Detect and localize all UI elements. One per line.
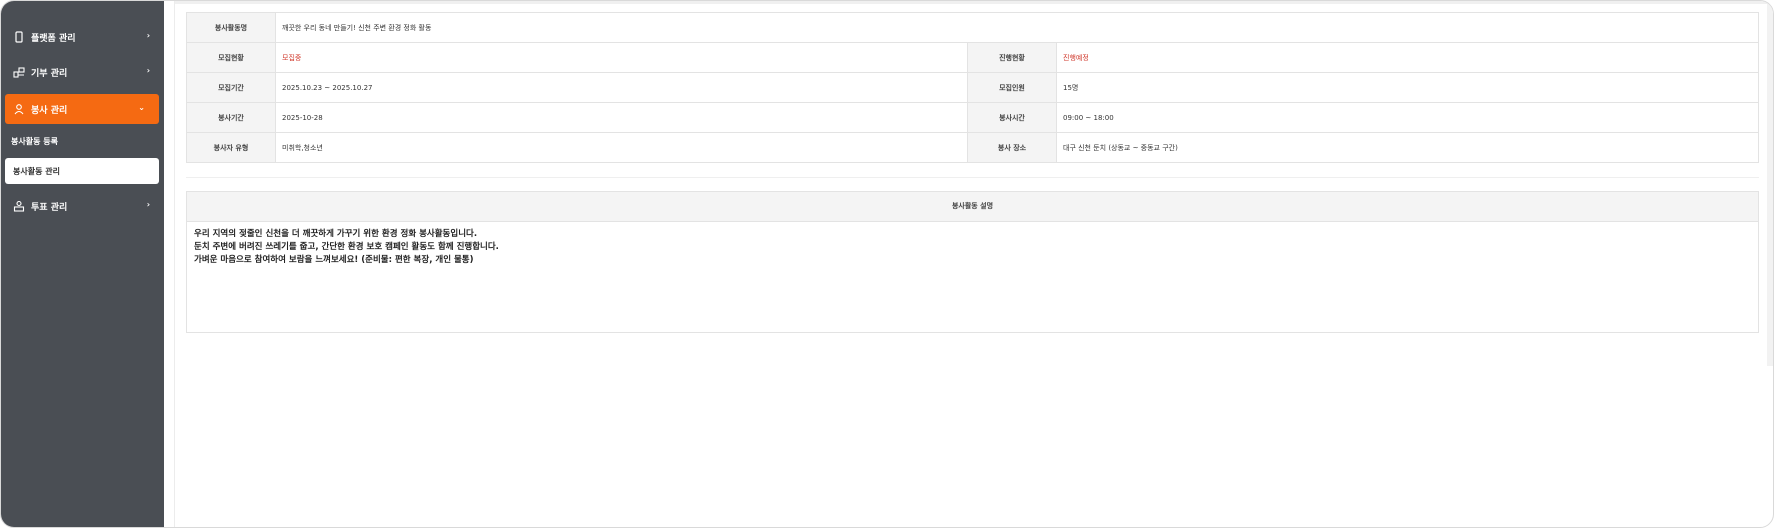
scrollbar[interactable]: [1767, 1, 1773, 366]
section-divider: [186, 177, 1759, 178]
sidebar-item-platform[interactable]: 플랫폼 관리 ›: [1, 22, 164, 52]
chevron-right-icon: ›: [146, 66, 150, 75]
volunteer-icon: [13, 103, 25, 115]
sidebar-item-label: 투표 관리: [31, 202, 68, 213]
sidebar-subitem-manage[interactable]: 봉사활동 관리: [5, 158, 159, 184]
field-label: 봉사자 유형: [186, 132, 276, 163]
field-value: 15명: [1056, 72, 1759, 103]
app-window: 플랫폼 관리 › 기부 관리 › 봉사 관리 ⌄ 봉사활동 등록 봉사활동 관리: [0, 0, 1774, 528]
chevron-right-icon: ›: [146, 31, 150, 40]
sidebar-item-donation[interactable]: 기부 관리 ›: [1, 57, 164, 87]
phone-icon: [13, 31, 25, 43]
field-label: 봉사시간: [967, 102, 1057, 133]
field-label: 모집기간: [186, 72, 276, 103]
status-value: 진행예정: [1056, 42, 1759, 73]
sidebar-item-label: 플랫폼 관리: [31, 33, 76, 44]
sidebar-item-volunteer[interactable]: 봉사 관리 ⌄: [5, 94, 159, 124]
volunteer-detail-table: 봉사활동명 깨끗한 우리 동네 만들기! 신천 주변 환경 정화 활동 모집현황…: [186, 12, 1759, 163]
description-header: 봉사활동 설명: [187, 192, 1758, 222]
field-label: 봉사활동명: [186, 12, 276, 43]
table-row: 봉사자 유형 미취학,청소년 봉사 장소 대구 신천 둔치 (상동교 ~ 중동교…: [186, 132, 1759, 163]
field-value: 깨끗한 우리 동네 만들기! 신천 주변 환경 정화 활동: [275, 12, 1759, 43]
sidebar-subitem-label: 봉사활동 관리: [13, 166, 60, 176]
table-row: 모집현황 모집중 진행현황 진행예정: [186, 42, 1759, 73]
field-value: 2025-10-28: [275, 102, 968, 133]
vote-icon: [13, 200, 25, 212]
field-value: 2025.10.23 ~ 2025.10.27: [275, 72, 968, 103]
field-label: 모집현황: [186, 42, 276, 73]
field-label: 봉사 장소: [967, 132, 1057, 163]
top-divider: [175, 1, 1773, 4]
donation-icon: [13, 66, 25, 78]
sidebar-subitem-register[interactable]: 봉사활동 등록: [11, 136, 58, 147]
status-value: 모집중: [275, 42, 968, 73]
description-body: 우리 지역의 젖줄인 신천을 더 깨끗하게 가꾸기 위한 환경 정화 봉사활동입…: [187, 222, 1758, 273]
sidebar-item-label: 봉사 관리: [31, 105, 68, 116]
sidebar-item-vote[interactable]: 투표 관리 ›: [1, 191, 164, 221]
sidebar-item-label: 기부 관리: [31, 68, 68, 79]
field-label: 봉사기간: [186, 102, 276, 133]
table-row: 봉사기간 2025-10-28 봉사시간 09:00 ~ 18:00: [186, 102, 1759, 133]
description-line: 둔치 주변에 버려진 쓰레기를 줍고, 간단한 환경 보호 캠페인 활동도 함께…: [194, 242, 499, 252]
field-label: 모집인원: [967, 72, 1057, 103]
description-line: 가벼운 마음으로 참여하여 보람을 느껴보세요! (준비물: 편한 복장, 개인…: [194, 255, 474, 265]
sidebar: 플랫폼 관리 › 기부 관리 › 봉사 관리 ⌄ 봉사활동 등록 봉사활동 관리: [1, 1, 164, 527]
field-value: 미취학,청소년: [275, 132, 968, 163]
field-value: 09:00 ~ 18:00: [1056, 102, 1759, 133]
description-panel: 봉사활동 설명 우리 지역의 젖줄인 신천을 더 깨끗하게 가꾸기 위한 환경 …: [186, 191, 1759, 333]
chevron-down-icon: ⌄: [138, 103, 145, 112]
field-value: 대구 신천 둔치 (상동교 ~ 중동교 구간): [1056, 132, 1759, 163]
field-label: 진행현황: [967, 42, 1057, 73]
description-line: 우리 지역의 젖줄인 신천을 더 깨끗하게 가꾸기 위한 환경 정화 봉사활동입…: [194, 229, 478, 239]
table-row: 봉사활동명 깨끗한 우리 동네 만들기! 신천 주변 환경 정화 활동: [186, 12, 1759, 43]
content-divider: [174, 1, 175, 527]
chevron-right-icon: ›: [146, 200, 150, 209]
table-row: 모집기간 2025.10.23 ~ 2025.10.27 모집인원 15명: [186, 72, 1759, 103]
